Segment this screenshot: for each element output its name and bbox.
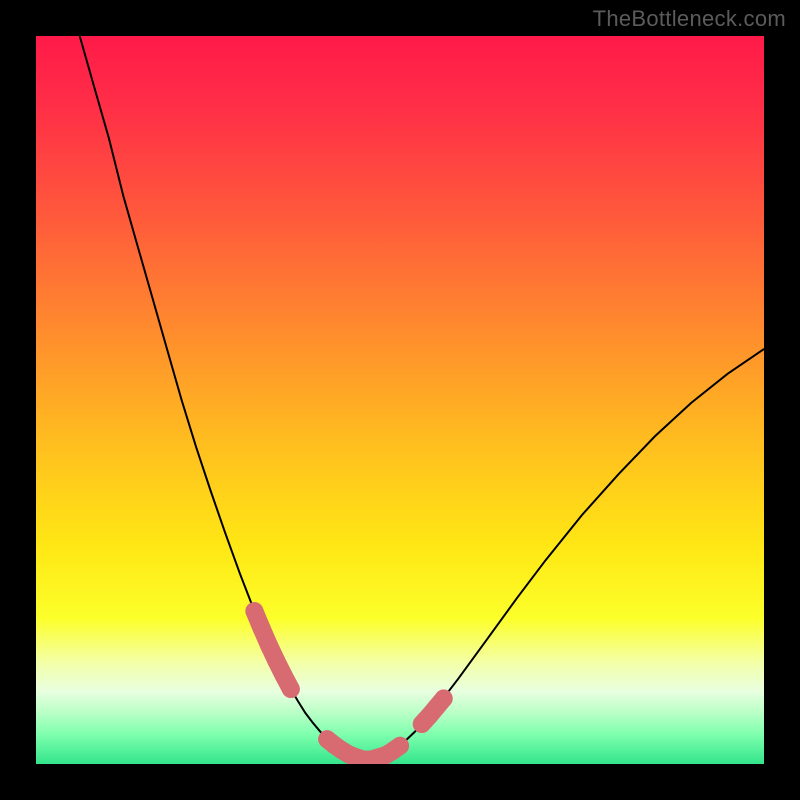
data-marker: [260, 636, 278, 654]
data-marker: [253, 620, 271, 638]
curve-line: [80, 36, 764, 760]
chart-stage: TheBottleneck.com: [0, 0, 800, 800]
attribution-text: TheBottleneck.com: [593, 6, 786, 32]
chart-svg: [36, 36, 764, 764]
data-marker: [245, 602, 263, 620]
plot-area: [36, 36, 764, 764]
data-marker: [391, 737, 409, 755]
data-marker: [282, 680, 300, 698]
data-marker: [435, 690, 453, 708]
